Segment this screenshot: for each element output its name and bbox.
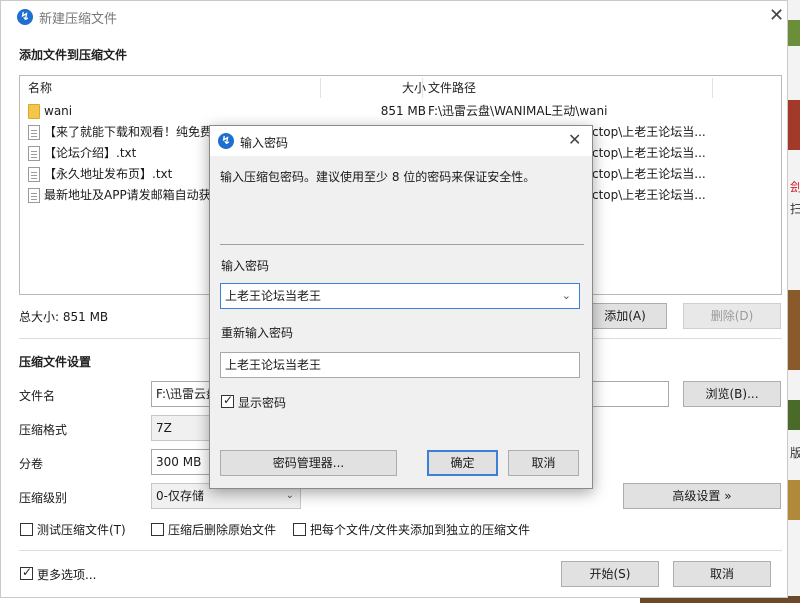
divider [220,244,584,245]
separate-archives-label[interactable]: 把每个文件/文件夹添加到独立的压缩文件 [310,521,530,538]
format-select-value: 7Z [156,421,172,435]
background-thumbnail [788,480,800,520]
password-dialog-titlebar: ↯ 输入密码 ✕ [210,126,592,156]
ok-button[interactable]: 确定 [427,450,498,476]
password-dialog-title: 输入密码 [240,136,289,150]
file-row[interactable]: wani 851 MB F:\迅雷云盘\WANIMAL王动\wani [20,101,781,122]
password-instruction: 输入压缩包密码。建议使用至少 8 位的密码来保证安全性。 [220,170,536,184]
column-header-size[interactable]: 大小 [330,76,426,100]
document-icon [28,125,40,140]
column-separator [422,78,423,98]
file-path: ctop\上老王论坛当... [592,146,706,160]
more-options-label[interactable]: 更多选项... [37,566,96,583]
file-name: 【论坛介绍】.txt [44,146,137,160]
document-icon [28,167,40,182]
test-archive-label[interactable]: 测试压缩文件(T) [37,521,126,538]
window-title: 新建压缩文件 [39,12,118,27]
password-input-value: 上老王论坛当老王 [225,289,322,303]
document-icon [28,146,40,161]
show-password-checkbox[interactable] [221,393,234,408]
browse-button[interactable]: 浏览(B)... [683,381,781,407]
volume-select-value: 300 MB [156,455,202,469]
delete-source-checkbox[interactable] [151,523,164,536]
reenter-password-input[interactable]: 上老王论坛当老王 [220,352,580,378]
background-thumbnail [788,100,800,150]
column-separator [320,78,321,98]
volume-label: 分卷 [19,457,44,471]
start-button[interactable]: 开始(S) [561,561,659,587]
advanced-settings-button[interactable]: 高级设置 » [623,483,781,509]
file-path: F:\迅雷云盘\WANIMAL王动\wani [428,104,608,118]
level-select-value: 0-仅存储 [156,489,204,503]
add-button[interactable]: 添加(A) [583,303,667,329]
file-name: wani [44,104,73,118]
password-manager-button[interactable]: 密码管理器... [220,450,397,476]
divider [19,550,782,551]
show-password-label[interactable]: 显示密码 [238,394,286,411]
background-thumbnail [788,290,800,370]
format-label: 压缩格式 [19,423,68,437]
app-logo-icon: ↯ [218,133,234,149]
chevron-down-icon[interactable]: ⌄ [562,284,571,308]
file-name: 【永久地址发布页】.txt [44,167,173,181]
close-icon[interactable]: ✕ [568,131,581,149]
folder-icon [28,104,40,119]
file-name: 最新地址及APP请发邮箱自动获 [44,188,211,202]
column-separator [712,78,713,98]
file-path: ctop\上老王论坛当... [592,125,706,139]
background-text: 版 [790,446,800,460]
close-icon[interactable]: ✕ [769,7,784,25]
total-size: 总大小: 851 MB [19,310,109,324]
reenter-password-label: 重新输入密码 [221,326,294,340]
settings-section-title: 压缩文件设置 [19,355,92,369]
password-input[interactable]: 上老王论坛当老王 ⌄ [220,283,580,309]
password-cancel-button[interactable]: 取消 [508,450,579,476]
background-text: 刽 [790,180,800,194]
file-size: 851 MB [380,104,426,118]
add-files-section-title: 添加文件到压缩文件 [19,48,128,62]
app-logo-icon: ↯ [17,9,33,25]
column-header-path[interactable]: 文件路径 [428,76,476,100]
file-path: ctop\上老王论坛当... [592,167,706,181]
column-header-name[interactable]: 名称 [28,76,52,100]
delete-source-label[interactable]: 压缩后删除原始文件 [168,521,276,538]
separate-archives-checkbox[interactable] [293,523,306,536]
background-thumbnail [788,400,800,430]
more-options-checkbox[interactable] [20,565,33,580]
file-path: ctop\上老王论坛当... [592,188,706,202]
background-text: 扫 [790,202,800,216]
filename-label: 文件名 [19,389,56,403]
delete-button[interactable]: 删除(D) [683,303,781,329]
background-thumbnail [788,20,800,46]
test-archive-checkbox[interactable] [20,523,33,536]
cancel-button[interactable]: 取消 [673,561,771,587]
file-name: 【来了就能下载和观看！纯免费 [44,125,212,139]
document-icon [28,188,40,203]
password-dialog: ↯ 输入密码 ✕ 输入压缩包密码。建议使用至少 8 位的密码来保证安全性。 输入… [209,125,593,489]
level-label: 压缩级别 [19,491,68,505]
password-label: 输入密码 [221,259,270,273]
